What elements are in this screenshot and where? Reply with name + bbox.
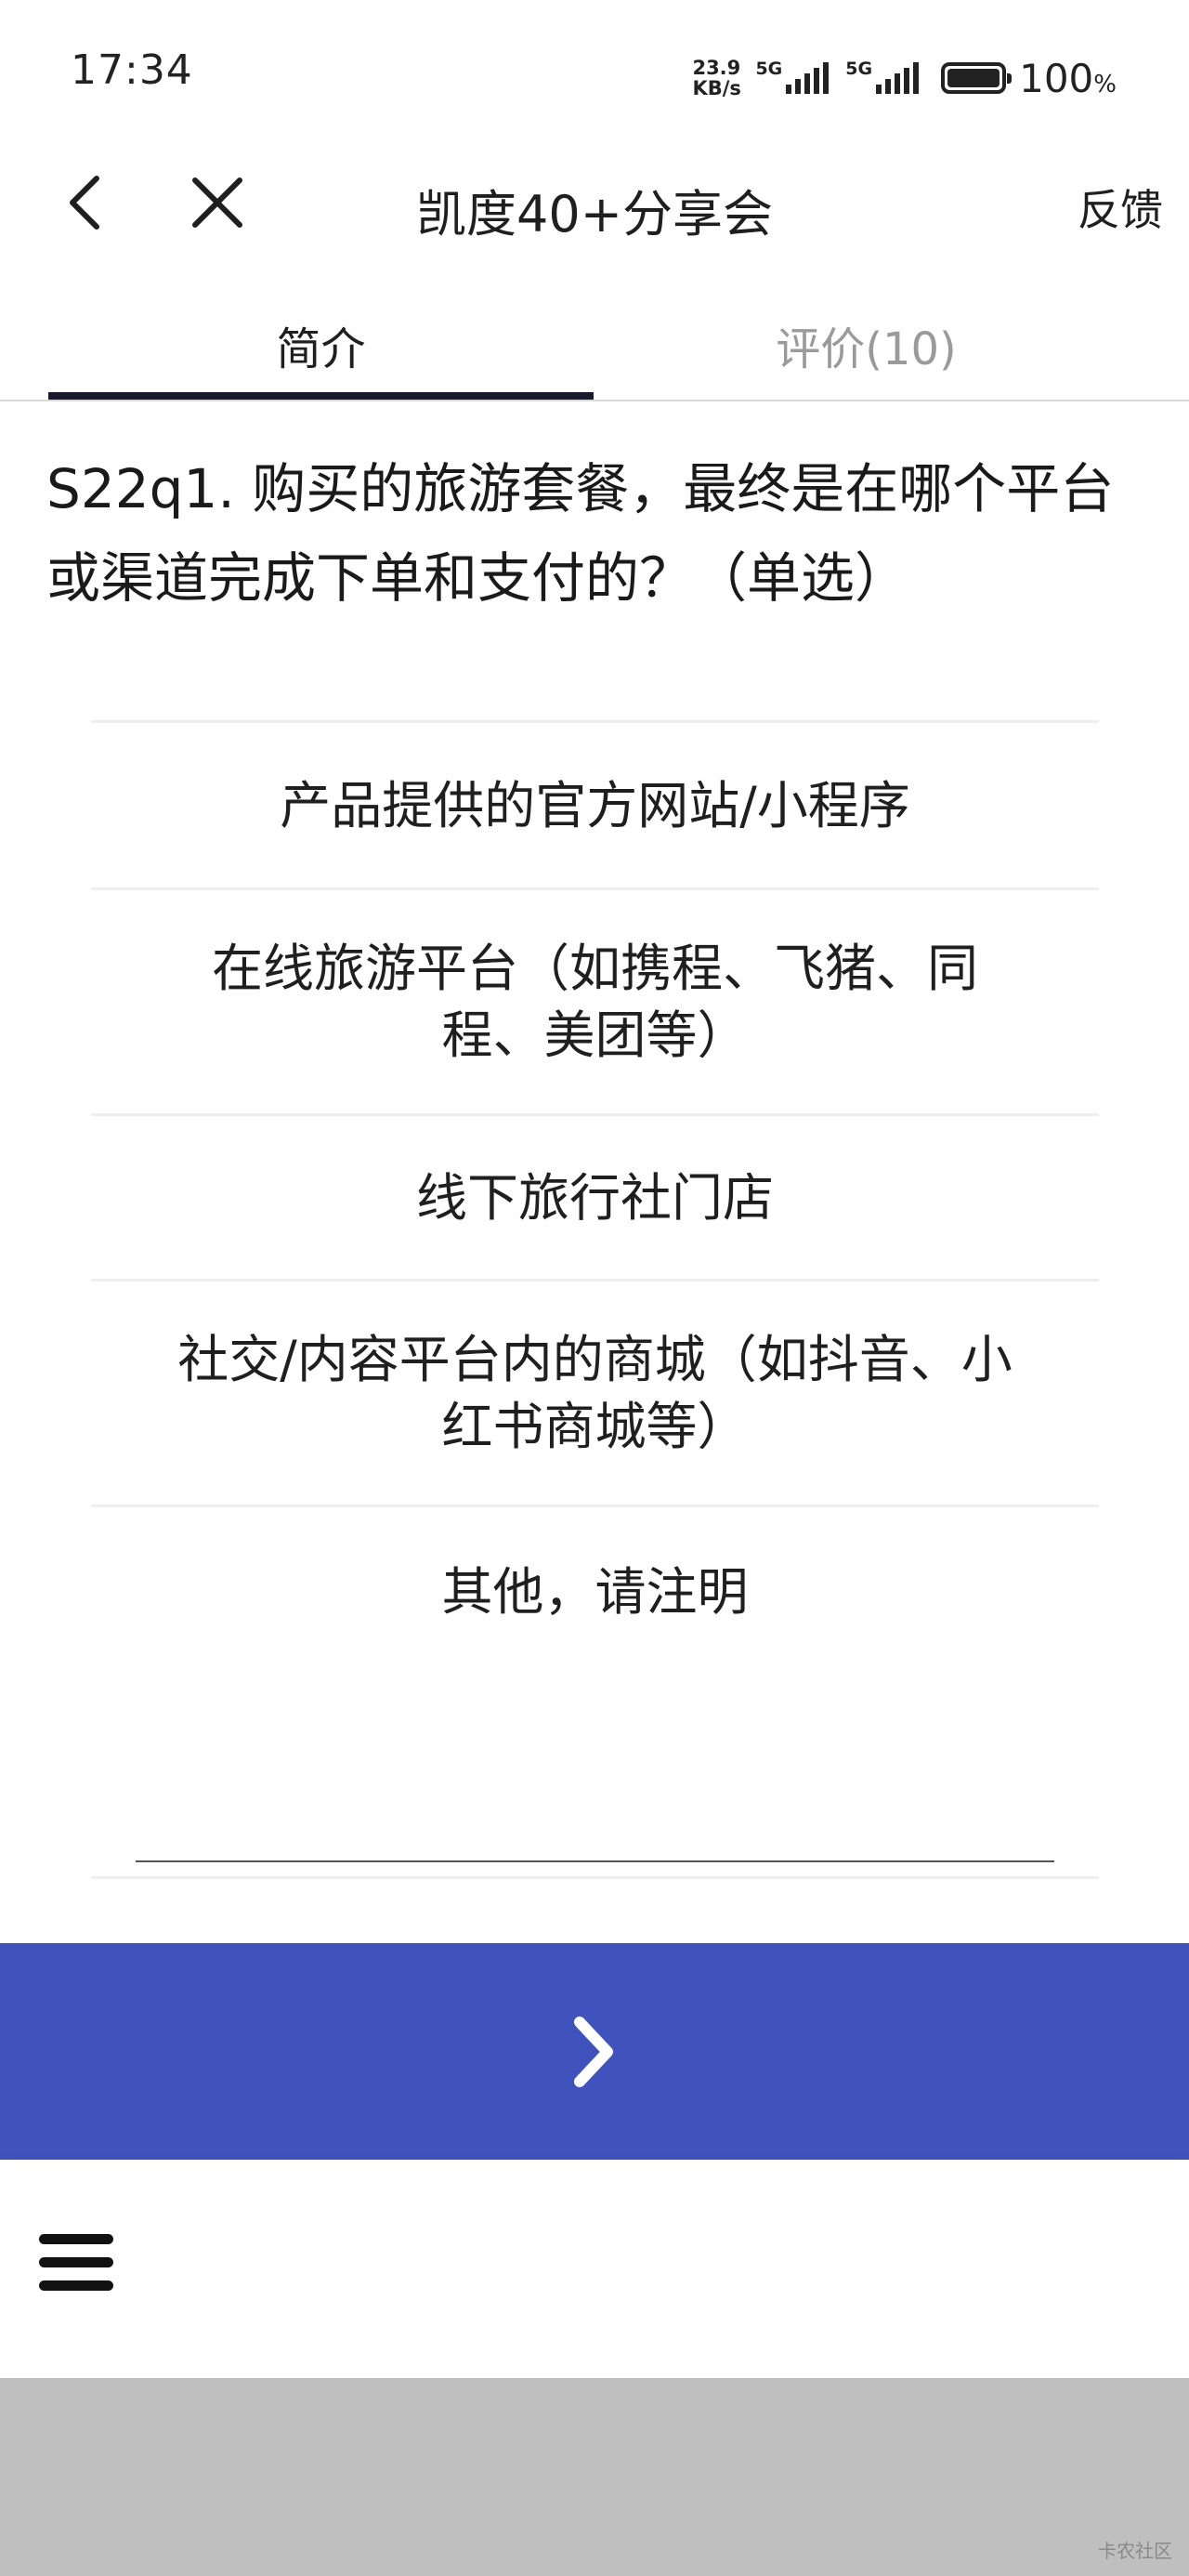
battery-icon <box>941 62 1013 94</box>
option-social-platform-mall[interactable]: 社交/内容平台内的商城（如抖音、小红书商城等） <box>91 1279 1099 1505</box>
option-other[interactable]: 其他，请注明 <box>91 1505 1099 1690</box>
option-label: 产品提供的官方网站/小程序 <box>280 775 910 835</box>
tab-bar: 简介 评价(10) <box>0 279 1189 401</box>
input-underline <box>136 1860 1054 1862</box>
system-background: 卡农社区 <box>0 2378 1189 2576</box>
survey-page: 17:34 23.9 KB/s 5G 5G 100% 凯度40+分享会 反馈 简… <box>0 0 1189 2576</box>
option-label: 线下旅行社门店 <box>415 1167 774 1228</box>
sim2-network-tag: 5G <box>845 59 873 79</box>
tab-reviews[interactable]: 评价(10) <box>594 312 1139 377</box>
answer-options: 产品提供的官方网站/小程序 在线旅游平台（如携程、飞猪、同程、美团等） 线下旅行… <box>91 720 1099 1879</box>
navigation-bar: 凯度40+分享会 反馈 <box>0 139 1189 265</box>
next-button[interactable] <box>0 1943 1189 2160</box>
other-specify-input[interactable] <box>91 1690 1099 1876</box>
option-label: 社交/内容平台内的商城（如抖音、小红书商城等） <box>177 1330 1013 1456</box>
options-divider <box>91 1876 1099 1879</box>
chevron-right-icon <box>574 2016 613 2087</box>
feedback-button[interactable]: 反馈 <box>1078 177 1163 238</box>
active-tab-indicator <box>48 392 594 400</box>
hamburger-menu-icon[interactable] <box>39 2234 113 2301</box>
signal-icon-sim2: 5G <box>845 59 922 94</box>
network-speed-value: 23.9 <box>692 57 741 79</box>
status-time: 17:34 <box>71 46 193 94</box>
option-online-travel-platform[interactable]: 在线旅游平台（如携程、飞猪、同程、美团等） <box>91 887 1099 1113</box>
signal-icon-sim1: 5G <box>755 59 832 94</box>
option-label: 其他，请注明 <box>441 1562 749 1622</box>
page-title: 凯度40+分享会 <box>416 185 773 243</box>
option-offline-agency[interactable]: 线下旅行社门店 <box>91 1113 1099 1279</box>
tab-intro[interactable]: 简介 <box>48 312 594 377</box>
battery-percent: 100% <box>1019 55 1117 101</box>
network-speed-unit: KB/s <box>692 77 741 99</box>
status-bar: 17:34 23.9 KB/s 5G 5G 100% <box>0 0 1189 139</box>
sim1-network-tag: 5G <box>755 59 783 79</box>
network-speed: 23.9 KB/s <box>692 58 748 99</box>
option-official-website[interactable]: 产品提供的官方网站/小程序 <box>91 720 1099 887</box>
question-text: S22q1. 购买的旅游套餐，最终是在哪个平台或渠道完成下单和支付的？（单选） <box>46 457 1115 610</box>
watermark: 卡农社区 <box>1098 2540 1172 2562</box>
option-label: 在线旅游平台（如携程、飞猪、同程、美团等） <box>211 939 978 1065</box>
bottom-toolbar <box>0 2160 1189 2378</box>
status-indicators: 23.9 KB/s 5G 5G 100% <box>692 54 1117 102</box>
